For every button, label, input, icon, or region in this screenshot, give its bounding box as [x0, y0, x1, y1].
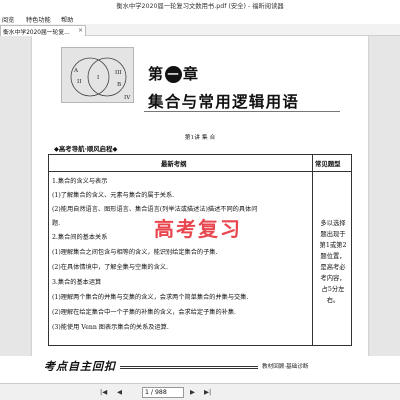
table-line: 3.集合的基本运算: [52, 279, 102, 286]
window-title: 衡水中学2020届一轮复习文数用书.pdf (安全) - 福昕阅读器: [116, 3, 284, 10]
watermark-stamp: 高考复习: [154, 217, 242, 241]
venn-label-b: B: [117, 82, 122, 88]
tab-bar: 衡水中学2020届一轮复... ×: [0, 24, 400, 36]
table-column-divider: [312, 155, 313, 345]
table-line: (3)能使用 Venn 图表示集合的关系及运算.: [52, 324, 169, 331]
table-line: 2.集合间的基本关系: [52, 234, 108, 241]
venn-label-ii: II: [77, 79, 82, 85]
first-page-button[interactable]: |◀: [100, 388, 107, 396]
syllabus-table: 最新考纲 常见题型 1.集合的含义与表示 (1)了解集合的含义、元素与集合的属于…: [48, 154, 352, 346]
table-line: 题.: [52, 220, 61, 227]
banner-rule: [120, 366, 258, 369]
section-nav-title: ◆高考导航·顺风启程◆: [54, 145, 118, 153]
venn-label-iii: III: [115, 70, 122, 76]
prev-page-button[interactable]: ◀: [117, 388, 122, 396]
page-number-input[interactable]: 1 / 988: [142, 387, 184, 398]
menu-item-view[interactable]: 阅览: [2, 15, 14, 24]
document-viewport[interactable]: A B I II III IV 第一章 集合与常用逻辑用语 第1讲 集 合 ◆高…: [0, 36, 400, 356]
table-line: (1)了解集合的含义、元素与集合的属于关系.: [52, 192, 175, 199]
page-bottom-strip: 考点自主回扣 教材回顾·基础诊断: [32, 356, 368, 383]
table-line: (1)理解两个集合的并集与交集的含义，会求两个简单集合的并集与交集.: [52, 294, 249, 301]
status-bar: |◀ ◀ 1 / 988 ▶ ▶|: [0, 383, 400, 400]
table-line: (2)理解在给定集合中一个子集的补集的含义，会求给定子集的补集.: [52, 309, 236, 316]
venn-diagram: A B I II III IV: [61, 47, 134, 103]
lesson-title: 第1讲 集 合: [184, 135, 216, 141]
chapter-heading: 第一章: [148, 63, 199, 84]
close-icon[interactable]: ×: [78, 27, 83, 34]
menu-item-features[interactable]: 特色功能: [26, 15, 51, 24]
venn-label-a: A: [74, 68, 79, 74]
chapter-prefix: 第: [148, 65, 165, 83]
banner-title: 考点自主回扣: [44, 360, 116, 373]
table-header-divider: [49, 171, 351, 172]
table-line: (2)在具体情境中，了解全集与空集的含义.: [52, 264, 168, 271]
table-line: (1)理解集合之间包含与相等的含义，能识别给定集合的子集.: [52, 249, 218, 256]
table-header-question-types: 常见题型: [315, 160, 341, 168]
table-line: 1.集合的含义与表示: [52, 178, 108, 185]
next-page-button[interactable]: ▶: [190, 388, 195, 396]
tab-document[interactable]: 衡水中学2020届一轮复... ×: [0, 25, 86, 36]
banner-subtitle: 教材回顾·基础诊断: [262, 364, 309, 370]
table-line: (2)能用自然语言、图形语言、集合语言(列举法或描述法)描述不同的具体问: [52, 206, 258, 213]
window-titlebar: 衡水中学2020届一轮复习文数用书.pdf (安全) - 福昕阅读器: [0, 0, 400, 13]
menu-item-help[interactable]: 帮助: [61, 15, 73, 24]
pdf-page: A B I II III IV 第一章 集合与常用逻辑用语 第1讲 集 合 ◆高…: [32, 36, 368, 356]
chapter-title: 集合与常用逻辑用语: [148, 93, 300, 111]
menu-bar: 阅览 特色功能 帮助: [0, 13, 400, 24]
question-type-description: 多以选择题出现于第1或第2题位置，是高考必考内容，占5分左右。: [319, 220, 347, 304]
chapter-suffix: 章: [183, 65, 200, 83]
table-header-syllabus: 最新考纲: [161, 160, 187, 168]
title-underline: [144, 111, 340, 112]
chapter-number: 一: [165, 66, 183, 83]
venn-label-iv: IV: [124, 95, 131, 101]
venn-label-i: I: [97, 75, 100, 81]
last-page-button[interactable]: ▶|: [204, 388, 211, 396]
